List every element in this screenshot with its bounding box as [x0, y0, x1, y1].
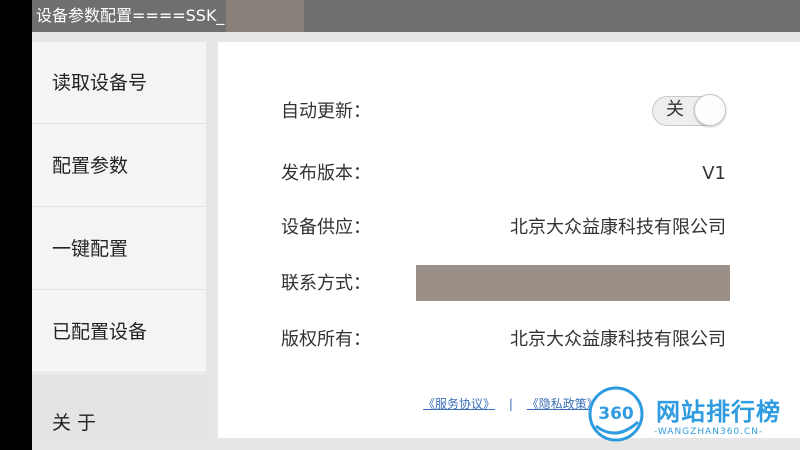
toggle-state-text: 关 [666, 99, 684, 120]
auto-update-label: 自动更新： [281, 101, 371, 122]
copyright-value: 北京大众益康科技有限公司 [510, 329, 726, 350]
watermark: 360 网站排行榜 -WANGZHAN360.CN- [588, 384, 800, 450]
toggle-knob [694, 94, 726, 126]
app-screen: 设备参数配置====SSK_ 读取设备号 配置参数 一键配置 已配置设备 关 于… [0, 0, 800, 450]
sidebar-item-read-device-id[interactable]: 读取设备号 [32, 42, 206, 124]
auto-update-toggle[interactable]: 关 [648, 94, 728, 130]
supplier-label: 设备供应： [281, 217, 371, 238]
watermark-subtitle: -WANGZHAN360.CN- [654, 427, 764, 437]
footer-separator: | [508, 397, 513, 411]
sidebar-item-config-params[interactable]: 配置参数 [32, 125, 206, 207]
sidebar-item-configured-devices[interactable]: 已配置设备 [32, 291, 206, 373]
sidebar-item-label: 关 于 [52, 412, 97, 434]
copyright-label: 版权所有： [281, 329, 371, 350]
watermark-title: 网站排行榜 [656, 398, 781, 426]
left-edge [0, 0, 32, 450]
supplier-value: 北京大众益康科技有限公司 [510, 217, 726, 238]
sidebar-item-label: 配置参数 [52, 155, 129, 177]
watermark-badge-text: 360 [598, 404, 634, 424]
contact-value-redacted [416, 265, 730, 301]
service-agreement-link[interactable]: 《服务协议》 [423, 397, 495, 411]
watermark-360-logo-icon: 360 [588, 386, 644, 442]
sidebar-item-label: 一键配置 [52, 238, 129, 260]
sidebar-item-about[interactable]: 关 于 [32, 374, 206, 438]
sidebar-item-label: 已配置设备 [52, 321, 148, 343]
redacted-serial [226, 0, 304, 32]
window-title: 设备参数配置====SSK_ [36, 6, 225, 25]
version-value: V1 [702, 163, 726, 184]
sidebar-item-one-click-config[interactable]: 一键配置 [32, 208, 206, 290]
title-bar: 设备参数配置====SSK_ [32, 0, 800, 32]
sidebar: 读取设备号 配置参数 一键配置 已配置设备 关 于 [32, 42, 206, 438]
sidebar-item-label: 读取设备号 [52, 72, 148, 94]
about-panel: 自动更新： 关 发布版本： V1 设备供应： 北京大众益康科技有限公司 联系方式… [218, 42, 800, 438]
footer-links: 《服务协议》 | 《隐私政策》 [423, 396, 599, 412]
contact-label: 联系方式： [281, 273, 371, 294]
version-label: 发布版本： [281, 163, 371, 184]
